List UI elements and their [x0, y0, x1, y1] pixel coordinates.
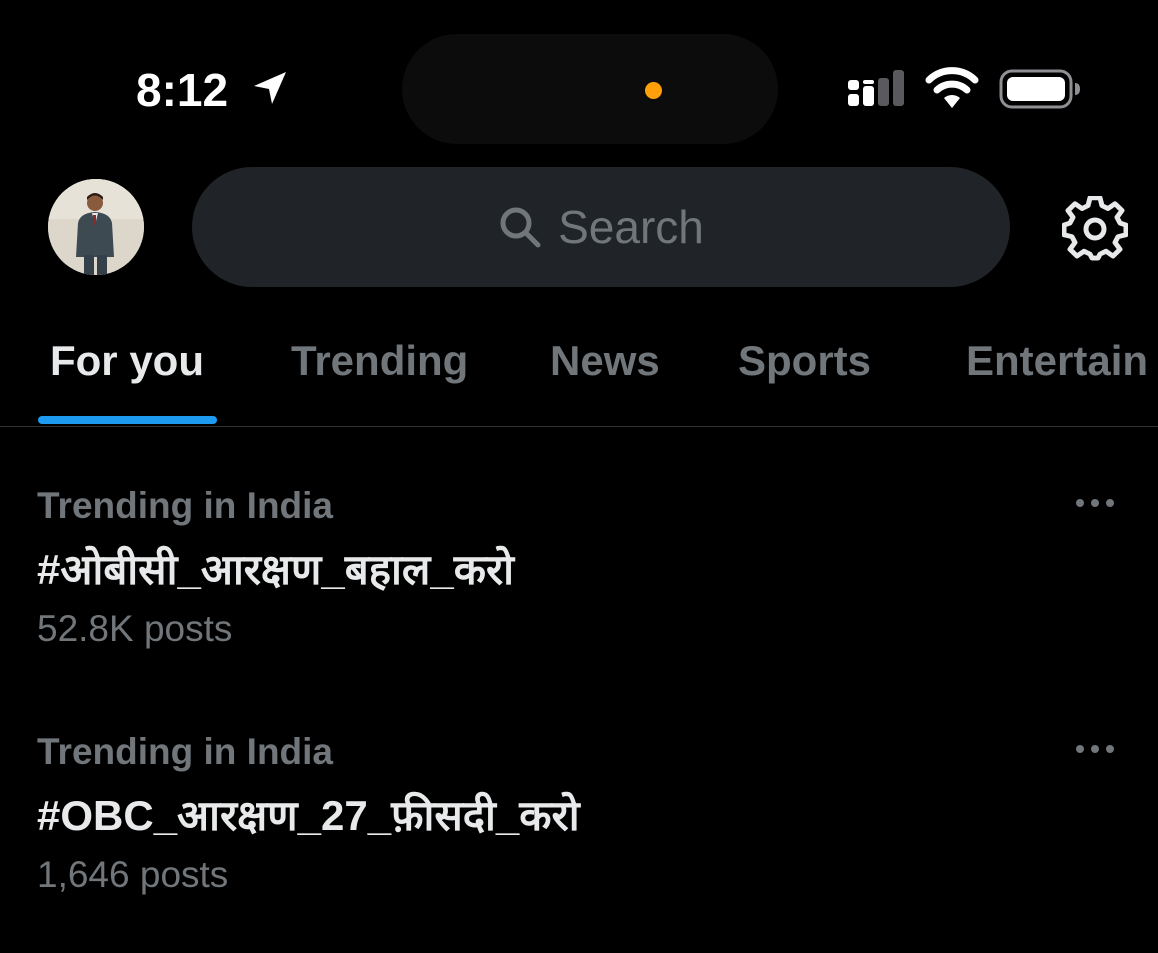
dynamic-island: [402, 34, 778, 144]
privacy-indicator-dot: [645, 82, 662, 99]
trend-item[interactable]: Trending in India #OBC_आरक्षण_27_फ़ीसदी_…: [0, 730, 1158, 930]
more-options-icon[interactable]: [1070, 734, 1120, 764]
more-options-icon[interactable]: [1070, 488, 1120, 518]
trend-hashtag: #ओबीसी_आरक्षण_बहाल_करो: [37, 546, 515, 593]
battery-icon: [999, 69, 1080, 109]
active-tab-indicator: [38, 416, 217, 424]
tab-trending[interactable]: Trending: [291, 336, 468, 386]
search-placeholder: Search: [558, 201, 704, 253]
trend-item[interactable]: Trending in India #ओबीसी_आरक्षण_बहाल_करो…: [0, 484, 1158, 684]
tab-entertainment[interactable]: Entertain: [966, 336, 1148, 386]
tab-for-you[interactable]: For you: [50, 336, 204, 386]
trend-context: Trending in India: [37, 731, 333, 772]
tab-news[interactable]: News: [550, 336, 660, 386]
status-time: 8:12: [136, 64, 229, 116]
trend-post-count: 1,646 posts: [37, 854, 229, 895]
gear-icon[interactable]: [1062, 196, 1128, 262]
search-input[interactable]: Search: [192, 167, 1010, 287]
trend-hashtag: #OBC_आरक्षण_27_फ़ीसदी_करो: [37, 792, 580, 839]
signal-icon: [848, 70, 904, 106]
profile-avatar[interactable]: [48, 179, 144, 275]
trend-post-count: 52.8K posts: [37, 608, 233, 649]
wifi-icon: [925, 67, 979, 108]
explore-tabs: For you Trending News Sports Entertain: [0, 318, 1158, 427]
tab-sports[interactable]: Sports: [738, 336, 871, 386]
avatar-image: [48, 179, 144, 275]
trend-context: Trending in India: [37, 485, 333, 526]
search-icon: [500, 207, 541, 248]
location-arrow-icon: [254, 72, 286, 104]
